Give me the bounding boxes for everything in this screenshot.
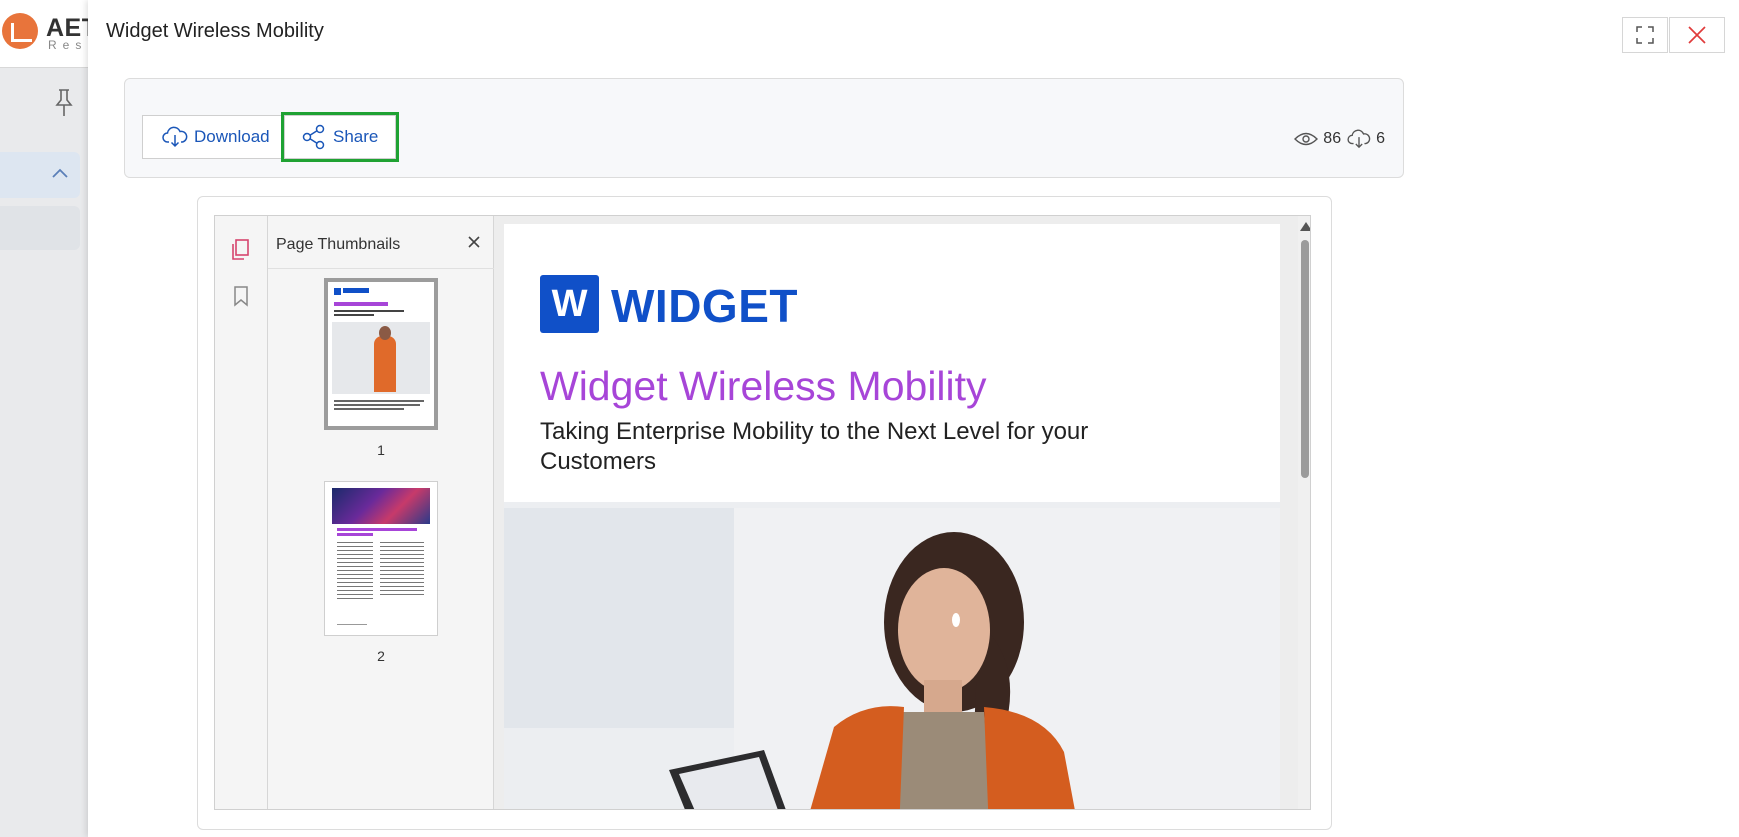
page-document-title: Widget Wireless Mobility [540,363,987,409]
document-modal: Widget Wireless Mobility Download Share [88,0,1739,837]
app-logo-icon [2,13,38,49]
document-page-1: W WIDGET Widget Wireless Mobility Taking… [504,224,1280,809]
page-thumbnail-number: 2 [377,648,385,664]
widget-logo-mark: W [540,275,599,333]
pin-icon[interactable] [50,86,78,118]
views-count: 86 [1323,130,1342,147]
fullscreen-button[interactable] [1622,17,1668,53]
thumbnails-panel: Page Thumbnails 1 2 [268,216,494,809]
share-label: Share [333,127,379,146]
pdf-viewer: Page Thumbnails 1 2 W WIDGET Widget Wire… [214,215,1311,810]
page-thumbnail-preview [328,282,434,426]
views-stat: 86 [1294,130,1341,148]
downloads-stat: 6 [1347,129,1385,149]
cloud-download-icon [1347,129,1371,149]
close-icon[interactable] [464,232,484,252]
page-thumbnail-1[interactable] [324,278,438,430]
background-app: AET Res [0,0,90,837]
scroll-up-arrow-icon[interactable] [1300,222,1310,231]
close-icon [1688,26,1706,44]
download-label: Download [194,127,270,146]
thumbnails-icon[interactable] [230,238,252,262]
bookmark-icon[interactable] [230,284,252,308]
modal-title: Widget Wireless Mobility [106,20,324,42]
page-document-subtitle: Taking Enterprise Mobility to the Next L… [540,418,1089,475]
document-toolbar: Download Share 86 6 [124,78,1404,178]
downloads-count: 6 [1376,130,1385,147]
viewer-side-rail [215,216,268,809]
document-stats: 86 6 [1294,129,1385,149]
page-canvas-area: W WIDGET Widget Wireless Mobility Taking… [494,216,1310,809]
thumbnails-title: Page Thumbnails [276,236,401,253]
page-header: W WIDGET Widget Wireless Mobility Taking… [504,224,1280,502]
chevron-up-icon[interactable] [50,166,70,180]
page-thumbnail-number: 1 [377,442,385,458]
cloud-download-icon [162,126,188,148]
woman-with-tablet-photo [504,502,1280,809]
eye-icon [1294,132,1319,146]
page-thumbnail-2[interactable] [324,481,438,636]
widget-logo-text: WIDGET [611,280,798,332]
scrollbar-thumb[interactable] [1301,240,1309,478]
viewer-scrollbar[interactable] [1298,216,1310,809]
thumbnails-header: Page Thumbnails [268,216,494,269]
app-header: AET Res [0,0,90,68]
share-icon [302,124,325,150]
sidebar-item[interactable] [0,206,80,250]
expand-icon [1636,26,1654,44]
download-button[interactable]: Download [142,115,284,159]
close-modal-button[interactable] [1669,17,1725,53]
page-thumbnail-preview [325,482,437,635]
app-logo-subtext: Res [48,38,88,52]
share-button[interactable]: Share [281,112,399,162]
hero-photo [504,502,1280,809]
